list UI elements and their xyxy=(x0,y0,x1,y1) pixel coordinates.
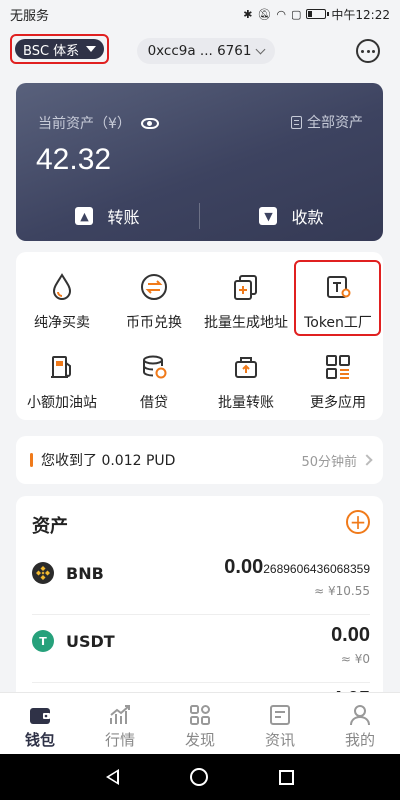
battery-icon xyxy=(306,9,330,19)
profile-icon xyxy=(348,703,372,727)
token-row[interactable]: BNB 0.002689606436068359 ≈ ¥10.55 xyxy=(16,548,383,606)
tab-label: 发现 xyxy=(184,731,215,749)
carrier-label: 无服务 xyxy=(10,8,50,24)
token-row[interactable]: T USDT 0.00 ≈ ¥0 xyxy=(16,616,383,674)
all-assets-link[interactable]: 全部资产 xyxy=(291,112,363,132)
notice-time-label: 50分钟前 xyxy=(301,454,357,470)
menu-item-label: 更多应用 xyxy=(310,395,366,411)
assets-title: 资产 xyxy=(32,516,68,537)
tab-label: 钱包 xyxy=(24,731,55,749)
divider xyxy=(32,614,370,615)
bottom-tab-bar: 钱包 行情 发现 资讯 我的 xyxy=(0,692,400,754)
header: BSC 体系 0xcc9a ... 6761 xyxy=(0,30,400,74)
add-token-icon[interactable]: + xyxy=(346,510,370,534)
bnb-icon xyxy=(32,562,54,584)
eye-icon[interactable] xyxy=(140,117,159,129)
chevron-down-icon xyxy=(255,44,266,54)
usdt-icon: T xyxy=(32,630,54,652)
download-icon: ▼ xyxy=(259,207,278,225)
batch-address-icon xyxy=(200,270,292,304)
notice-accent xyxy=(30,453,33,467)
transfer-label: 转账 xyxy=(107,208,140,227)
token-symbol: BNB xyxy=(66,564,104,583)
notice-time: 50分钟前 xyxy=(301,451,373,470)
receive-button[interactable]: ▼ 收款 xyxy=(200,201,383,231)
menu-item-label: 币币兑换 xyxy=(126,315,182,331)
notification-bar[interactable]: 您收到了 0.012 PUD 50分钟前 xyxy=(16,436,383,484)
wallet-address: 0xcc9a ... 6761 xyxy=(147,43,252,59)
current-assets-label: 当前资产（¥） xyxy=(38,113,159,133)
menu-item-swap[interactable]: 币币兑换 xyxy=(108,270,200,332)
balance-rest: 2689606436068359 xyxy=(263,562,370,576)
token-factory-highlight xyxy=(294,260,381,336)
tab-market[interactable]: 行情 xyxy=(80,693,160,754)
asset-card: 当前资产（¥） 全部资产 42.32 ▲ 转账 ▼ 收款 xyxy=(16,83,383,241)
recent-apps-icon[interactable] xyxy=(279,769,295,785)
swap-icon xyxy=(108,270,200,304)
token-fiat: ≈ ¥10.55 xyxy=(314,584,370,598)
chevron-right-icon xyxy=(361,454,373,466)
back-icon[interactable] xyxy=(105,769,119,785)
more-apps-icon xyxy=(292,350,384,384)
asset-label-text: 当前资产（¥） xyxy=(38,116,131,132)
menu-item-batch-address[interactable]: 批量生成地址 xyxy=(200,270,292,332)
tab-discover[interactable]: 发现 xyxy=(160,693,240,754)
balance-main: 0.00 xyxy=(224,556,264,578)
menu-item-pure-trade[interactable]: 纯净买卖 xyxy=(16,270,108,332)
menu-item-batch-transfer[interactable]: 批量转账 xyxy=(200,350,292,412)
news-icon xyxy=(268,703,292,727)
discover-icon xyxy=(188,703,212,727)
receive-label: 收款 xyxy=(291,208,324,227)
gas-station-icon xyxy=(16,350,108,384)
token-symbol: USDT xyxy=(66,632,115,651)
home-icon[interactable] xyxy=(189,768,208,786)
nfc-icon: ▢ xyxy=(291,7,302,21)
chain-selector-highlight: BSC 体系 xyxy=(10,34,110,64)
tab-news[interactable]: 资讯 xyxy=(240,693,320,754)
status-icons: ✱ 🔕︎ ◠ ▢ 中午12:22 xyxy=(243,6,390,23)
document-icon xyxy=(291,115,302,129)
system-nav-bar xyxy=(0,754,400,800)
token-balance: 0.002689606436068359 xyxy=(224,556,370,579)
menu-item-gas-station[interactable]: 小额加油站 xyxy=(16,350,108,412)
menu-item-label: 批量生成地址 xyxy=(204,315,288,331)
notice-text: 您收到了 0.012 PUD xyxy=(41,453,176,469)
drop-icon xyxy=(16,270,108,304)
message-icon[interactable] xyxy=(356,39,380,63)
wallet-icon xyxy=(28,703,52,727)
chain-selector[interactable]: BSC 体系 xyxy=(15,39,105,59)
wallet-address-selector[interactable]: 0xcc9a ... 6761 xyxy=(137,38,275,64)
assets-card: 资产 + BNB 0.002689606436068359 ≈ ¥10.55 T… xyxy=(16,496,383,706)
chain-label: BSC 体系 xyxy=(23,43,80,59)
tab-wallet[interactable]: 钱包 xyxy=(0,693,80,754)
status-bar: 无服务 ✱ 🔕︎ ◠ ▢ 中午12:22 xyxy=(0,0,400,28)
token-fiat: ≈ ¥0 xyxy=(340,652,370,666)
all-assets-label: 全部资产 xyxy=(307,115,363,131)
menu-item-lending[interactable]: 借贷 xyxy=(108,350,200,412)
tab-label: 我的 xyxy=(344,731,375,749)
menu-item-label: 批量转账 xyxy=(218,395,274,411)
lending-icon xyxy=(108,350,200,384)
tab-label: 资讯 xyxy=(264,731,295,749)
batch-transfer-icon xyxy=(200,350,292,384)
wifi-icon: ◠ xyxy=(276,7,286,21)
asset-value: 42.32 xyxy=(36,143,112,176)
tab-label: 行情 xyxy=(104,731,135,749)
tab-profile[interactable]: 我的 xyxy=(320,693,400,754)
transfer-button[interactable]: ▲ 转账 xyxy=(16,201,199,231)
mute-icon: 🔕︎ xyxy=(257,7,272,21)
menu-item-label: 借贷 xyxy=(140,395,168,411)
menu-item-label: 小额加油站 xyxy=(27,395,97,411)
upload-icon: ▲ xyxy=(75,207,94,225)
bluetooth-icon: ✱ xyxy=(243,7,253,21)
menu-item-more-apps[interactable]: 更多应用 xyxy=(292,350,384,412)
token-balance: 0.00 xyxy=(331,624,370,647)
balance-main: 0.00 xyxy=(331,624,370,646)
market-icon xyxy=(108,703,132,727)
status-time: 中午12:22 xyxy=(331,7,390,22)
card-actions: ▲ 转账 ▼ 收款 xyxy=(16,201,383,231)
menu-item-label: 纯净买卖 xyxy=(34,315,90,331)
dropdown-arrow-icon xyxy=(86,46,97,52)
